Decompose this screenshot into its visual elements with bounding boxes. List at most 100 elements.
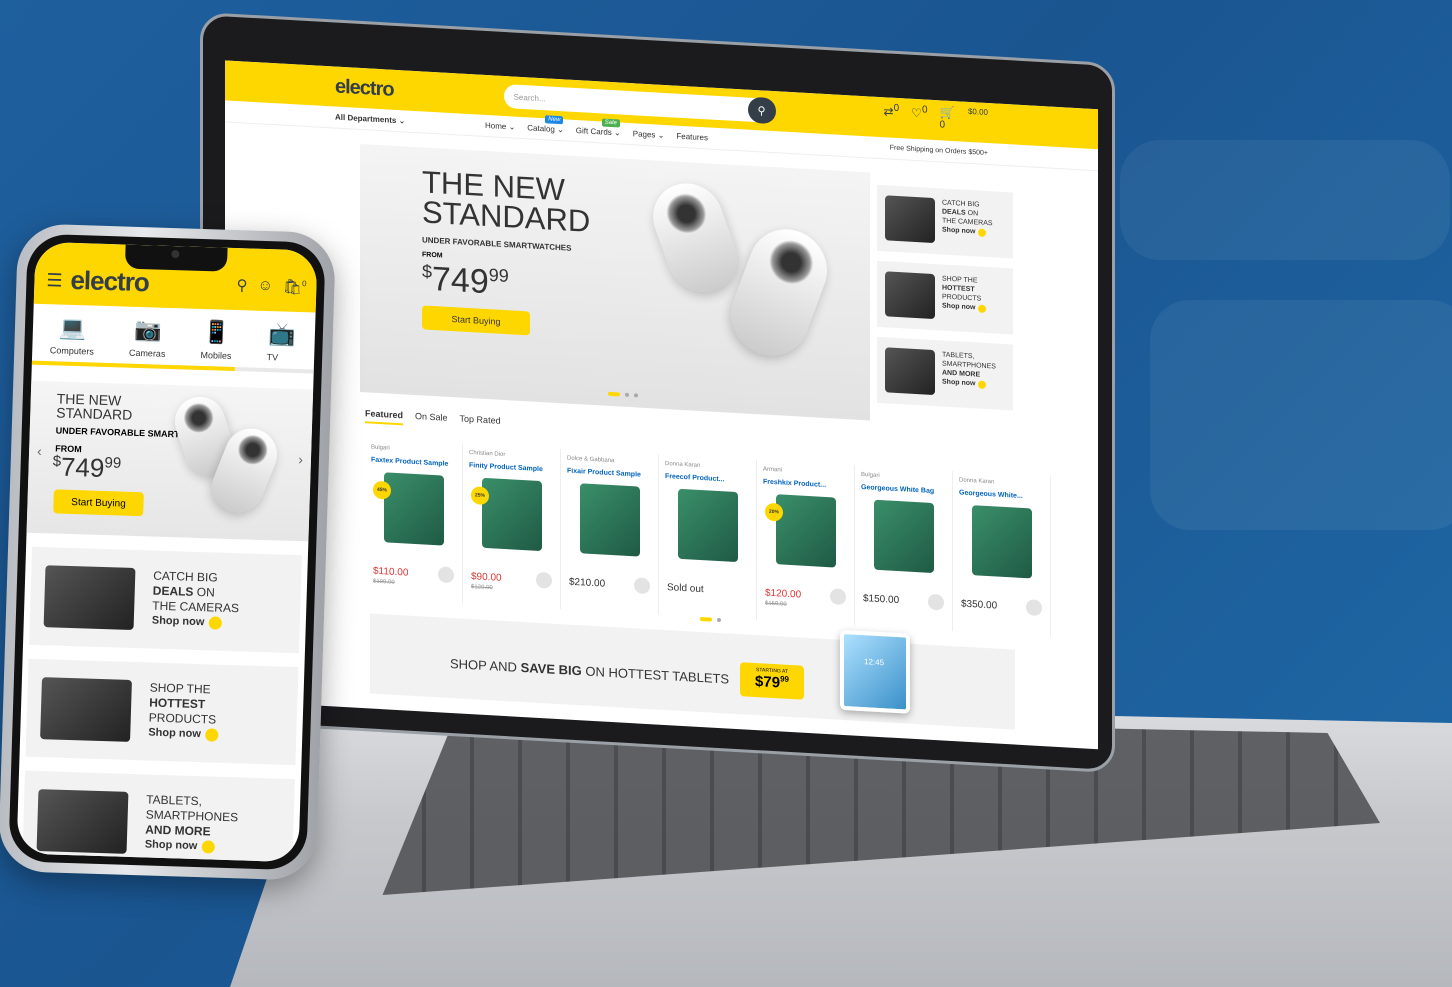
hamburger-menu-icon[interactable]: ☰ [46, 270, 63, 291]
product-card[interactable]: Donna Karan Freecof Product... Sold out [659, 454, 757, 621]
mobile-hero-price: $74999 [52, 451, 122, 483]
site-logo[interactable]: electro [335, 75, 394, 101]
shipping-notice: Free Shipping on Orders $500+ [889, 144, 988, 158]
price-tag: STARTING AT $7999 [740, 662, 804, 700]
product-brand: Donna Karan [959, 477, 995, 486]
add-to-cart-icon[interactable] [1026, 599, 1042, 617]
laptop-lid: electro Search... ⚲ ⇄0 ♡0 🛒0 $0.00 All D… [200, 12, 1115, 774]
mobile-start-buying-button[interactable]: Start Buying [53, 489, 144, 517]
product-image[interactable] [971, 505, 1032, 579]
mobile-hero-title: THE NEW STANDARD [56, 390, 133, 423]
product-name[interactable]: Faxtex Product Sample [371, 457, 456, 469]
search-icon[interactable]: ⚲ [236, 276, 248, 294]
hero-title: THE NEW STANDARD [422, 164, 591, 239]
product-old-price: $150.00 [765, 600, 787, 608]
shop-now-link[interactable]: Shop now [942, 377, 996, 389]
tablets-thumbnail [36, 789, 129, 854]
side-banner-cameras[interactable]: CATCH BIG DEALS ON THE CAMERAS Shop now [877, 184, 1013, 259]
tablets-promo-banner[interactable]: SHOP AND SAVE BIG ON HOTTEST TABLETS STA… [370, 613, 1015, 730]
category-scroll-indicator [31, 360, 235, 372]
product-image[interactable] [383, 472, 444, 546]
cart-icon[interactable]: 🛍0 [283, 278, 307, 297]
user-icon[interactable]: ☺ [257, 277, 273, 295]
add-to-cart-icon[interactable] [438, 566, 454, 584]
product-image[interactable] [775, 494, 836, 568]
shop-now-link[interactable]: Shop now [148, 726, 219, 743]
side-banner-tablets[interactable]: TABLETS, SMARTPHONES AND MORE Shop now [877, 336, 1013, 411]
product-image[interactable] [677, 488, 738, 563]
product-card[interactable]: Bulgari Faxtex Product Sample 45% $110.00 $1… [365, 438, 463, 604]
tv-icon: 📺 [268, 321, 297, 347]
category-mobiles[interactable]: 📱 Mobiles [200, 319, 232, 361]
search-placeholder: Search... [513, 92, 546, 103]
product-slider-dots[interactable] [700, 616, 721, 623]
product-card[interactable]: Christian Dior Finity Product Sample 25% $9… [463, 443, 561, 610]
product-image[interactable] [481, 477, 542, 552]
add-to-cart-icon[interactable] [634, 577, 650, 595]
product-card[interactable]: Armani Freshkix Product... 20% $120.00 $150.… [757, 460, 855, 626]
banner-text: SHOP AND SAVE BIG ON HOTTEST TABLETS [450, 655, 730, 687]
product-brand: Christian Dior [469, 450, 506, 459]
product-price: $120.00 [765, 587, 802, 601]
hero-slider-dots[interactable] [608, 391, 638, 398]
nav-features[interactable]: Features [676, 132, 708, 143]
product-name[interactable]: Georgeous White Bag [861, 484, 946, 496]
nav-catalog[interactable]: Catalog ⌄ New [527, 115, 564, 134]
search-input[interactable]: Search... ⚲ [503, 83, 776, 125]
arrow-icon [201, 840, 215, 854]
wishlist-icon[interactable]: ♡0 [911, 104, 927, 135]
nav-gift-cards[interactable]: Gift Cards ⌄ Sale [576, 118, 621, 138]
tab-featured[interactable]: Featured [365, 408, 404, 426]
product-brand: Armani [763, 466, 783, 474]
product-image[interactable] [579, 483, 640, 557]
product-name[interactable]: Fixair Product Sample [567, 468, 652, 480]
product-name[interactable]: Georgeous White... [959, 489, 1044, 501]
camera-image [643, 174, 747, 301]
mobile-card-cameras[interactable]: CATCH BIG DEALS ON THE CAMERAS Shop now [29, 546, 302, 654]
arrow-icon [208, 616, 222, 630]
mobile-header-icons: ⚲ ☺ 🛍0 [236, 276, 306, 296]
product-card[interactable]: Dolce & Gabbana Fixair Product Sample $210… [561, 449, 659, 615]
side-banner-hottest[interactable]: SHOP THE HOTTEST PRODUCTS Shop now [877, 260, 1013, 335]
product-card[interactable]: Bulgari Georgeous White Bag $150.00 [855, 465, 953, 632]
departments-dropdown[interactable]: All Departments ⌄ [335, 113, 485, 130]
nav-home[interactable]: Home ⌄ [485, 121, 515, 132]
product-price: $350.00 [961, 598, 998, 612]
product-name[interactable]: Freecof Product... [665, 473, 750, 485]
add-to-cart-icon[interactable] [536, 571, 552, 589]
shop-now-link[interactable]: Shop now [152, 614, 239, 632]
category-computers[interactable]: 💻 Computers [50, 314, 95, 356]
mobile-phone-icon: 📱 [202, 319, 231, 345]
shop-now-link[interactable]: Shop now [145, 837, 238, 855]
chevron-right-icon[interactable]: › [298, 451, 303, 467]
category-cameras[interactable]: 📷 Cameras [129, 317, 167, 359]
mobile-logo[interactable]: electro [70, 265, 149, 298]
arrow-icon [978, 228, 987, 237]
tab-top-rated[interactable]: Top Rated [460, 414, 501, 431]
compare-icon[interactable]: ⇄0 [884, 102, 900, 133]
phone-notch [124, 244, 228, 272]
mobile-card-tablets[interactable]: TABLETS, SMARTPHONES AND MORE Shop now [21, 770, 295, 863]
product-card[interactable]: Donna Karan Georgeous White... $350.00 [953, 471, 1051, 637]
product-image[interactable] [873, 499, 934, 574]
nav-pages[interactable]: Pages ⌄ [633, 129, 665, 140]
discount-badge: 25% [471, 486, 489, 506]
product-name[interactable]: Finity Product Sample [469, 462, 554, 474]
product-name[interactable]: Freshkix Product... [763, 478, 848, 490]
chevron-left-icon[interactable]: ‹ [37, 443, 42, 459]
cart-icon[interactable]: 🛒0 [940, 105, 956, 136]
add-to-cart-icon[interactable] [830, 588, 846, 606]
computer-thumbnail [885, 271, 935, 320]
search-icon[interactable]: ⚲ [747, 96, 776, 125]
laptop-screen: electro Search... ⚲ ⇄0 ♡0 🛒0 $0.00 All D… [225, 60, 1098, 750]
discount-badge: 45% [373, 480, 391, 500]
phone-device: ☰ electro ⚲ ☺ 🛍0 💻 Computers 📷 Cameras 📱 Mo… [0, 223, 337, 881]
product-tabs: Featured On Sale Top Rated [365, 408, 501, 431]
mobile-card-hottest[interactable]: SHOP THE HOTTEST PRODUCTS Shop now [25, 658, 299, 766]
start-buying-button[interactable]: Start Buying [422, 305, 530, 336]
add-to-cart-icon[interactable] [928, 593, 944, 611]
product-brand: Bulgari [861, 471, 880, 480]
category-tv[interactable]: 📺 TV [266, 321, 297, 363]
tab-on-sale[interactable]: On Sale [415, 411, 448, 428]
camera-icon: 📷 [133, 316, 162, 343]
